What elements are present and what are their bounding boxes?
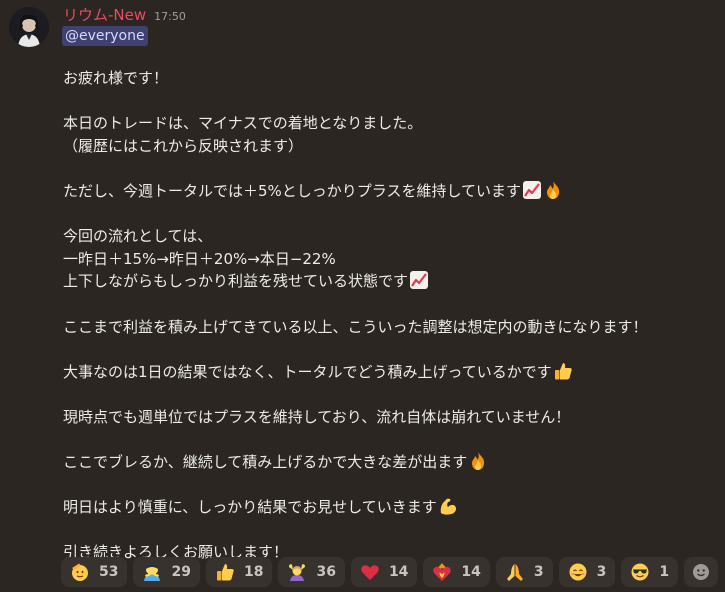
add-reaction-icon [691,562,711,582]
message-line-text: 上下しながらもしっかり利益を残せている状態です [63,272,409,291]
message-line: 本日のトレードは、マイナスでの着地となりました。 [63,114,423,133]
message-line: 一昨日＋15%→昨日＋20%→本日−22% [63,249,336,268]
reaction-count: 14 [388,564,409,580]
flexed-biceps-icon [438,496,458,516]
red-heart-icon [360,562,380,582]
reaction-person-bowing[interactable]: 29 [133,557,200,587]
reaction-count: 53 [99,564,119,580]
fire-icon [543,180,563,200]
everyone-mention[interactable]: @everyone [62,26,148,46]
thumbs-up-icon [553,361,573,381]
reaction-count: 3 [533,564,544,580]
message-line: 明日はより慎重に、しっかり結果でお見せしていきます [63,496,718,519]
message-line: （履歴にはこれから反映されます） [63,136,304,155]
message-line-text: ここでブレるか、継続して積み上げるかで大きな差が出ます [63,453,468,472]
reaction-count: 36 [316,564,336,580]
message-content: お疲れ様です！ 本日のトレードは、マイナスでの着地となりました。 （履歴にはこれ… [63,67,718,564]
reaction-sunglasses-face[interactable]: 1 [621,557,679,587]
reaction-saluting-face[interactable]: 53 [61,557,128,587]
message: リウム-New 17:50 @everyone お疲れ様です！ 本日のトレードは… [0,0,725,592]
message-line: 今回の流れとしては、 [63,227,213,246]
avatar[interactable] [9,7,49,47]
thumbs-up-icon [215,562,235,582]
timestamp[interactable]: 17:50 [154,10,186,23]
add-reaction-button[interactable] [684,557,719,587]
message-line: ここでブレるか、継続して積み上げるかで大きな差が出ます [63,451,718,474]
reaction-person-gesturing-ok[interactable]: 36 [278,557,345,587]
message-line: ただし、今週トータルでは＋5%としっかりプラスを維持しています [63,180,718,203]
username[interactable]: リウム-New [63,4,146,25]
sunglasses-face-icon [630,562,650,582]
message-header: リウム-New 17:50 [63,4,186,26]
reaction-thumbs-up[interactable]: 18 [205,557,273,587]
message-line: ここまで利益を積み上げてきている以上、こういった調整は想定内の動きになります！ [63,317,648,336]
reaction-heart-on-fire[interactable]: 14 [423,557,490,587]
reaction-count: 3 [596,564,607,580]
message-line-text: ただし、今週トータルでは＋5%としっかりプラスを維持しています [63,181,522,200]
chart-increasing-icon [409,270,429,290]
person-bowing-icon [142,562,162,582]
reaction-count: 18 [243,564,264,580]
message-line-text: 明日はより慎重に、しっかり結果でお見せしていきます [63,498,437,517]
message-line-text: 大事なのは1日の結果ではなく、トータルでどう積み上げっているかです [63,362,552,381]
reaction-count: 1 [659,564,670,580]
reactions-bar: 53 29 18 36 14 14 3 3 1 [61,557,719,587]
heart-on-fire-icon [432,562,452,582]
saluting-face-icon [70,562,90,582]
reaction-count: 14 [461,564,481,580]
reaction-red-heart[interactable]: 14 [350,557,418,587]
smiling-face-icon [568,562,588,582]
reaction-count: 29 [171,564,191,580]
chart-increasing-icon [522,180,542,200]
folded-hands-icon [505,562,525,582]
message-line: 上下しながらもしっかり利益を残せている状態です [63,270,718,293]
person-gesturing-ok-icon [287,562,307,582]
message-line: 現時点でも週単位ではプラスを維持しており、流れ自体は崩れていません！ [63,407,571,426]
fire-icon [468,451,488,471]
message-line: 大事なのは1日の結果ではなく、トータルでどう積み上げっているかです [63,361,718,384]
message-line: お疲れ様です！ [63,69,169,87]
reaction-smiling-face[interactable]: 3 [558,557,616,587]
reaction-folded-hands[interactable]: 3 [495,557,553,587]
